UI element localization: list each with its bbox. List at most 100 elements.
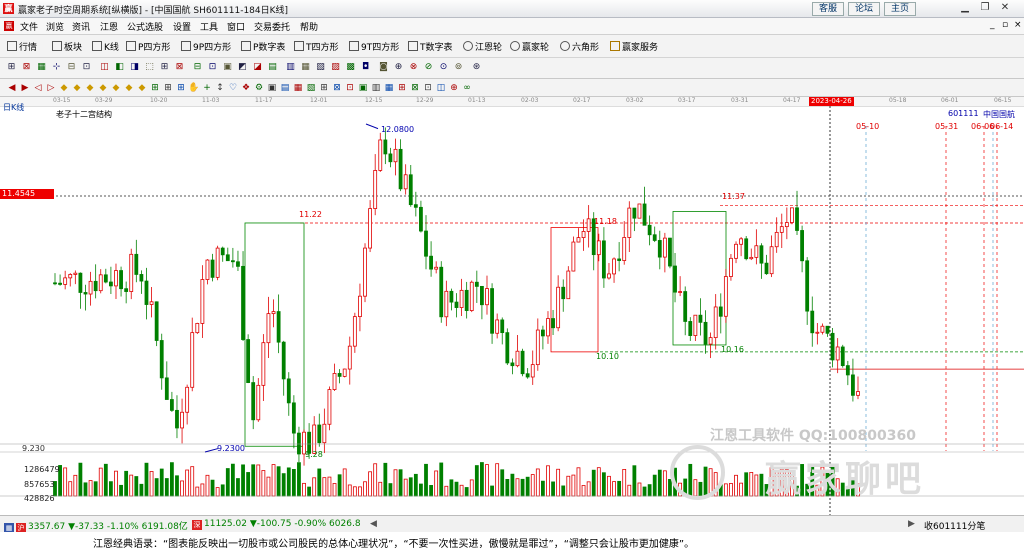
nav-tool-icon[interactable]: ⊞	[396, 82, 408, 94]
nav-tool-icon[interactable]: ∞	[461, 82, 473, 94]
nav-tool-icon[interactable]: ◀	[6, 82, 18, 94]
nav-tool-icon[interactable]: +	[201, 82, 213, 94]
nav-tool-icon[interactable]: ⊞	[175, 82, 187, 94]
drawing-tool-icon[interactable]: ▧	[315, 62, 326, 73]
menu-tools[interactable]: 工具	[200, 20, 218, 33]
menu-info[interactable]: 资讯	[72, 20, 90, 33]
nav-tool-icon[interactable]: ↕	[214, 82, 226, 94]
menu-help[interactable]: 帮助	[300, 20, 318, 33]
status-scroll-right-icon[interactable]: ▶	[908, 519, 915, 529]
drawing-tool-icon[interactable]: ⊹	[51, 62, 62, 73]
menu-file[interactable]: 文件	[20, 20, 38, 33]
drawing-tool-icon[interactable]: ▤	[267, 62, 278, 73]
toolbar-sector[interactable]: 板块	[52, 40, 82, 53]
nav-tool-icon[interactable]: ⚙	[253, 82, 265, 94]
nav-tool-icon[interactable]: ▣	[266, 82, 278, 94]
menu-trade[interactable]: 交易委托	[254, 20, 290, 33]
drawing-tool-icon[interactable]: ▩	[345, 62, 356, 73]
menu-close-icon[interactable]: ×	[1014, 20, 1022, 30]
drawing-tool-icon[interactable]: ◘	[360, 62, 371, 73]
drawing-tool-icon[interactable]: ▨	[330, 62, 341, 73]
nav-tool-icon[interactable]: ▥	[370, 82, 382, 94]
drawing-tool-icon[interactable]: ⊞	[6, 62, 17, 73]
nav-tool-icon[interactable]: ▶	[19, 82, 31, 94]
nav-tool-icon[interactable]: ▦	[383, 82, 395, 94]
nav-tool-icon[interactable]: ◆	[136, 82, 148, 94]
drawing-tool-icon[interactable]: ⊟	[192, 62, 203, 73]
nav-tool-icon[interactable]: ◆	[110, 82, 122, 94]
forum-button[interactable]: 论坛	[848, 2, 880, 16]
drawing-tool-icon[interactable]: ◫	[99, 62, 110, 73]
status-scroll-left-icon[interactable]: ◀	[370, 519, 377, 529]
drawing-tool-icon[interactable]: ◨	[129, 62, 140, 73]
nav-tool-icon[interactable]: ◆	[58, 82, 70, 94]
drawing-tool-icon[interactable]: ▦	[36, 62, 47, 73]
drawing-tool-icon[interactable]: ⊚	[453, 62, 464, 73]
drawing-tool-icon[interactable]: ◧	[114, 62, 125, 73]
nav-tool-icon[interactable]: ♡	[227, 82, 239, 94]
drawing-tool-icon[interactable]: ▥	[285, 62, 296, 73]
drawing-tool-icon[interactable]: ⊙	[438, 62, 449, 73]
menu-formula[interactable]: 公式选股	[127, 20, 163, 33]
nav-tool-icon[interactable]: ⊡	[422, 82, 434, 94]
nav-tool-icon[interactable]: ✋	[188, 82, 200, 94]
nav-tool-icon[interactable]: ▷	[45, 82, 57, 94]
toolbar-winner-wheel[interactable]: 赢家轮	[510, 40, 549, 53]
drawing-tool-icon[interactable]: ⊠	[174, 62, 185, 73]
nav-tool-icon[interactable]: ⊠	[331, 82, 343, 94]
nav-tool-icon[interactable]: ❖	[240, 82, 252, 94]
sz-index-indicator[interactable]: 深 11125.02 ▼-100.75 -0.90% 6026.8	[192, 519, 361, 530]
drawing-tool-icon[interactable]: ⊗	[408, 62, 419, 73]
nav-tool-icon[interactable]: ◆	[84, 82, 96, 94]
nav-tool-icon[interactable]: ◆	[71, 82, 83, 94]
drawing-tool-icon[interactable]: ⊡	[207, 62, 218, 73]
drawing-tool-icon[interactable]: ◪	[252, 62, 263, 73]
drawing-tool-icon[interactable]: ⊟	[66, 62, 77, 73]
nav-tool-icon[interactable]: ⊕	[448, 82, 460, 94]
service-button[interactable]: 客服	[812, 2, 844, 16]
toolbar-t-square[interactable]: T四方形	[294, 40, 339, 53]
nav-tool-icon[interactable]: ⊡	[344, 82, 356, 94]
nav-tool-icon[interactable]: ⊞	[162, 82, 174, 94]
nav-tool-icon[interactable]: ⊠	[409, 82, 421, 94]
toolbar-9p-square[interactable]: 9P四方形	[181, 40, 231, 53]
nav-tool-icon[interactable]: ◆	[123, 82, 135, 94]
drawing-tool-icon[interactable]: ⊡	[81, 62, 92, 73]
home-button[interactable]: 主页	[884, 2, 916, 16]
nav-tool-icon[interactable]: ◁	[32, 82, 44, 94]
toolbar-p-square[interactable]: P四方形	[126, 40, 170, 53]
sh-index-indicator[interactable]: ▦ 沪 3357.67 ▼-37.33 -1.10% 6191.08亿	[4, 519, 188, 533]
restore-icon[interactable]: ❐	[978, 1, 992, 15]
menu-browse[interactable]: 浏览	[46, 20, 64, 33]
drawing-tool-icon[interactable]: ⊠	[21, 62, 32, 73]
drawing-tool-icon[interactable]: ◩	[237, 62, 248, 73]
nav-tool-icon[interactable]: ⊞	[318, 82, 330, 94]
nav-tool-icon[interactable]: ⊞	[149, 82, 161, 94]
menu-gann[interactable]: 江恩	[100, 20, 118, 33]
menu-window[interactable]: 窗口	[227, 20, 245, 33]
toolbar-p-table[interactable]: P数字表	[241, 40, 285, 53]
nav-tool-icon[interactable]: ▣	[357, 82, 369, 94]
toolbar-hexagon[interactable]: 六角形	[560, 40, 599, 53]
nav-tool-icon[interactable]: ◫	[435, 82, 447, 94]
drawing-tool-icon[interactable]: ⬚	[144, 62, 155, 73]
close-icon[interactable]: ✕	[998, 1, 1012, 15]
toolbar-gann-wheel[interactable]: 江恩轮	[463, 40, 502, 53]
drawing-tool-icon[interactable]: ⊕	[393, 62, 404, 73]
menu-restore-icon[interactable]: ▫	[1002, 20, 1008, 30]
drawing-tool-icon[interactable]: ⊘	[423, 62, 434, 73]
minimize-icon[interactable]: ▁	[958, 1, 972, 15]
nav-tool-icon[interactable]: ▧	[305, 82, 317, 94]
drawing-tool-icon[interactable]: ⊞	[159, 62, 170, 73]
drawing-tool-icon[interactable]: ◙	[378, 62, 389, 73]
toolbar-quote[interactable]: 行情	[7, 40, 37, 53]
menu-settings[interactable]: 设置	[173, 20, 191, 33]
toolbar-service[interactable]: 赢家服务	[610, 40, 658, 53]
nav-tool-icon[interactable]: ▤	[279, 82, 291, 94]
toolbar-9t-square[interactable]: 9T四方形	[349, 40, 399, 53]
toolbar-kline[interactable]: K线	[92, 40, 119, 53]
menu-minimize-icon[interactable]: _	[990, 20, 995, 30]
drawing-tool-icon[interactable]: ▦	[300, 62, 311, 73]
nav-tool-icon[interactable]: ◆	[97, 82, 109, 94]
drawing-tool-icon[interactable]: ▣	[222, 62, 233, 73]
